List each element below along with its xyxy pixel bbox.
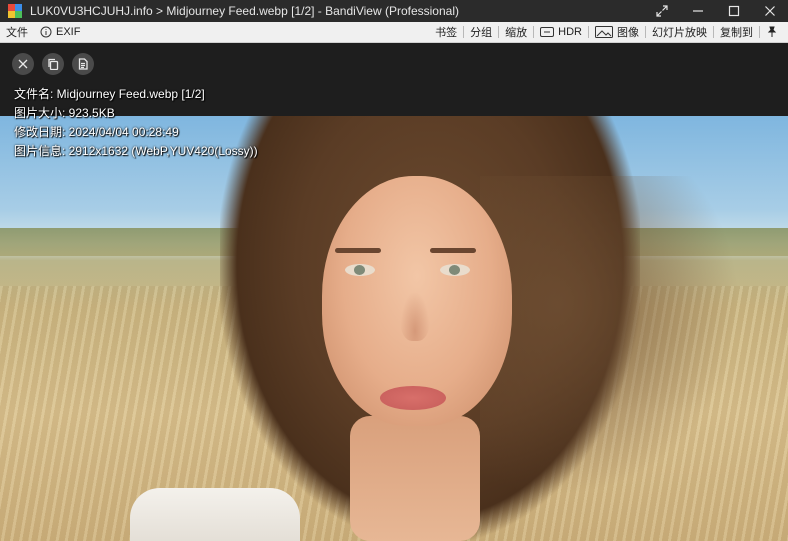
close-circle-icon [18, 59, 28, 69]
menu-file[interactable]: 文件 [0, 22, 34, 42]
menu-split[interactable]: 分组 [464, 22, 498, 42]
overlay-toolbar [12, 53, 94, 75]
menu-image-label: 图像 [617, 27, 639, 39]
menu-exif-label: EXIF [56, 26, 81, 38]
menu-slideshow[interactable]: 幻灯片放映 [646, 22, 713, 42]
file-info-button[interactable] [72, 53, 94, 75]
info-filename: 文件名: Midjourney Feed.webp [1/2] [14, 87, 205, 101]
menu-copy-to[interactable]: 复制到 [714, 22, 759, 42]
title-bar: LUK0VU3HCJUHJ.info > Midjourney Feed.web… [0, 0, 788, 22]
image-viewer[interactable]: 文件名: Midjourney Feed.webp [1/2] 图片大小: 92… [0, 43, 788, 541]
close-button[interactable] [752, 0, 788, 22]
maximize-arrows-icon [656, 5, 668, 17]
copy-button[interactable] [42, 53, 64, 75]
menu-bar: 文件 EXIF 书签 分组 缩放 HDR 图像 幻灯片放映 复制到 [0, 22, 788, 43]
displayed-photo [0, 116, 788, 541]
maximize-button[interactable] [716, 0, 752, 22]
minimize-icon [693, 10, 703, 12]
close-icon [765, 6, 775, 16]
close-viewer-button[interactable] [12, 53, 34, 75]
minimize-button[interactable] [680, 0, 716, 22]
menu-zoom[interactable]: 缩放 [499, 22, 533, 42]
menu-hdr-label: HDR [558, 26, 582, 38]
image-icon [595, 26, 613, 38]
file-info-overlay: 文件名: Midjourney Feed.webp [1/2] 图片大小: 92… [14, 85, 258, 161]
info-modified: 修改日期: 2024/04/04 00:28:49 [14, 125, 179, 139]
fullscreen-button[interactable] [644, 0, 680, 22]
info-icon [40, 26, 52, 38]
copy-icon [48, 58, 59, 70]
pin-icon [767, 26, 777, 37]
pin-button[interactable] [760, 22, 788, 42]
hdr-icon [540, 27, 555, 37]
menu-bookmark[interactable]: 书签 [429, 22, 463, 42]
menu-exif[interactable]: EXIF [34, 22, 86, 42]
document-icon [78, 58, 88, 70]
menu-image[interactable]: 图像 [589, 22, 645, 42]
menu-hdr[interactable]: HDR [534, 22, 588, 42]
window-title: LUK0VU3HCJUHJ.info > Midjourney Feed.web… [30, 4, 459, 18]
info-filesize: 图片大小: 923.5KB [14, 106, 115, 120]
info-image-details: 图片信息: 2912x1632 (WebP,YUV420(Lossy)) [14, 144, 258, 158]
app-logo-icon [8, 4, 22, 18]
restore-icon [728, 5, 740, 17]
